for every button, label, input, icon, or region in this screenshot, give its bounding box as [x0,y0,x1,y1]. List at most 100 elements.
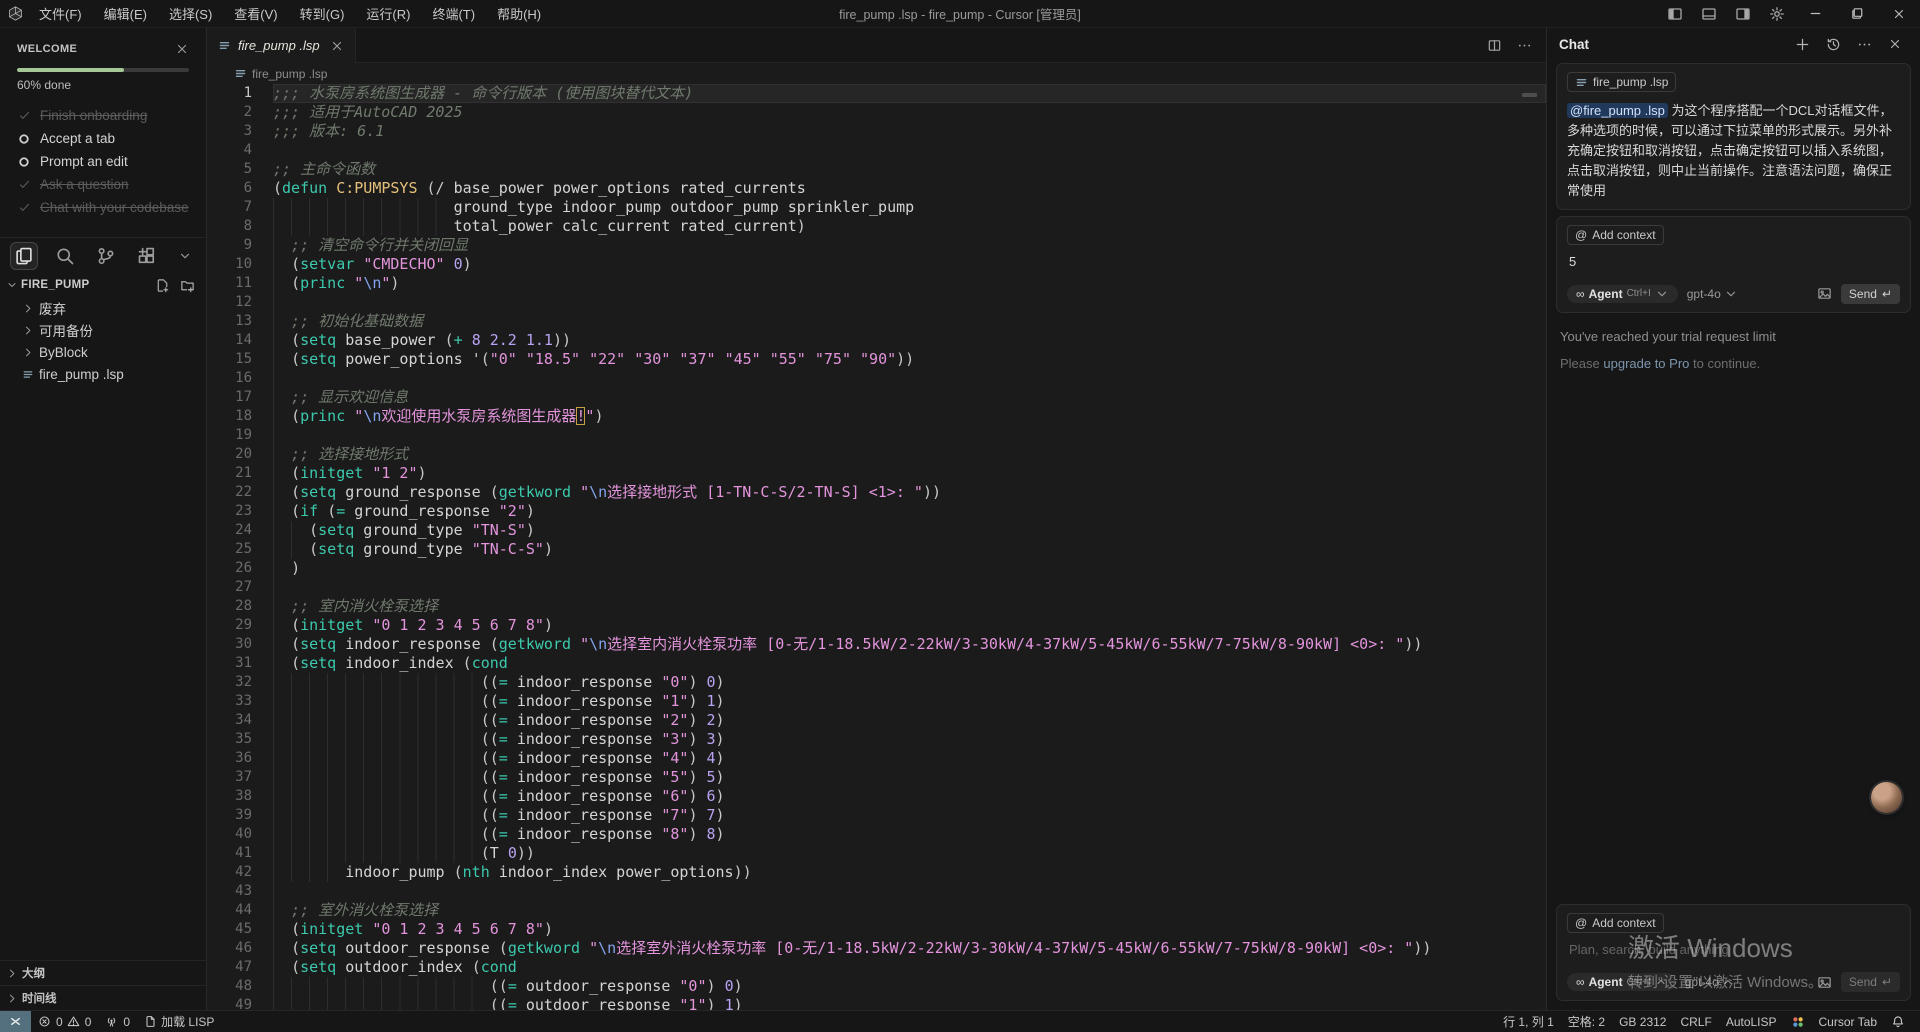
welcome-item[interactable]: Chat with your codebase [17,196,189,219]
code-line[interactable]: ((= indoor_response "6") 6) [273,787,1546,806]
menu-item[interactable]: 终端(T) [423,1,484,26]
send-button[interactable]: Send↵ [1841,284,1900,304]
settings-gear-icon[interactable] [1760,0,1794,28]
menu-item[interactable]: 文件(F) [30,1,91,26]
code-line[interactable] [273,293,1546,312]
chat-input-placeholder[interactable]: Plan, search, build anything [1569,942,1898,958]
tree-folder[interactable]: ByBlock [0,341,206,363]
upgrade-to-pro-link[interactable]: upgrade to Pro [1603,356,1689,371]
code-editor[interactable]: 1234567891011121314151617181920212223242… [207,84,1546,1010]
sidebar-section-大纲[interactable]: 大纲 [0,960,206,985]
new-file-icon[interactable] [150,278,175,293]
code-line[interactable] [273,578,1546,597]
agent-mode-selector[interactable]: ∞ Agent Ctrl+I [1567,285,1678,303]
chat-input-value[interactable]: 5 [1569,254,1898,270]
split-editor-icon[interactable] [1487,38,1502,53]
code-line[interactable]: ;; 初始化基础数据 [273,312,1546,331]
code-line[interactable]: (T 0)) [273,844,1546,863]
status-item[interactable]: 行 1, 列 1 [1496,1011,1561,1032]
agent-mode-selector[interactable]: ∞ Agent Ctrl+I [1567,973,1676,991]
code-line[interactable]: (setq base_power (+ 8 2.2 1.1)) [273,331,1546,350]
attach-image-icon[interactable] [1817,286,1832,301]
chevron-down-icon[interactable] [174,245,196,267]
menu-item[interactable]: 帮助(H) [488,1,550,26]
model-selector[interactable]: gpt-4o [1687,287,1738,301]
code-line[interactable]: ground_type indoor_pump outdoor_pump spr… [273,198,1546,217]
breadcrumb[interactable]: fire_pump .lsp [207,63,1546,84]
code-line[interactable]: (princ "\n") [273,274,1546,293]
code-line[interactable]: ;;; 版本: 6.1 [273,122,1546,141]
attach-image-icon[interactable] [1817,975,1832,990]
code-line[interactable]: ;;; 适用于AutoCAD 2025 [273,103,1546,122]
sidebar-section-时间线[interactable]: 时间线 [0,985,206,1010]
editor-more-actions-icon[interactable] [1517,38,1532,53]
code-line[interactable]: (setq outdoor_index (cond [273,958,1546,977]
code-line[interactable]: (princ "\n欢迎使用水泵房系统图生成器!") [273,407,1546,426]
minimize-button[interactable] [1794,0,1836,28]
code-line[interactable]: ((= indoor_response "4") 4) [273,749,1546,768]
add-context-chip[interactable]: @ Add context [1567,913,1664,933]
new-chat-icon[interactable] [1787,37,1818,52]
maximize-button[interactable] [1836,0,1878,28]
extensions-icon[interactable] [133,242,161,270]
tab-close-icon[interactable] [330,39,344,53]
code-line[interactable]: (setq outdoor_response (getkword "\n选择室外… [273,939,1546,958]
code-line[interactable]: ;;; 水泵房系统图生成器 - 命令行版本 (使用图块替代文本) [273,84,1546,103]
code-line[interactable]: (if (= ground_response "2") [273,502,1546,521]
tree-file[interactable]: fire_pump .lsp [0,363,206,385]
status-item[interactable]: CRLF [1673,1011,1718,1032]
code-line[interactable]: (initget "0 1 2 3 4 5 6 7 8") [273,616,1546,635]
menu-item[interactable]: 编辑(E) [95,1,156,26]
code-line[interactable]: total_power calc_current rated_current) [273,217,1546,236]
code-line[interactable]: (initget "0 1 2 3 4 5 6 7 8") [273,920,1546,939]
code-line[interactable]: (setq power_options '("0" "18.5" "22" "3… [273,350,1546,369]
toggle-primary-sidebar-icon[interactable] [1658,0,1692,28]
code-line[interactable]: (defun C:PUMPSYS (/ base_power power_opt… [273,179,1546,198]
toggle-secondary-sidebar-icon[interactable] [1726,0,1760,28]
menu-item[interactable]: 查看(V) [225,1,286,26]
chat-more-icon[interactable] [1849,37,1880,52]
code-line[interactable]: ((= indoor_response "3") 3) [273,730,1546,749]
code-line[interactable]: ((= indoor_response "7") 7) [273,806,1546,825]
cursor-tab-status[interactable]: Cursor Tab [1812,1011,1884,1032]
code-line[interactable]: ;; 室内消火栓泵选择 [273,597,1546,616]
code-line[interactable]: (setq ground_response (getkword "\n选择接地形… [273,483,1546,502]
scrollbar-thumb[interactable] [1522,93,1537,97]
source-control-icon[interactable] [92,242,120,270]
close-window-button[interactable] [1878,0,1920,28]
code-line[interactable]: ((= outdoor_response "0") 0) [273,977,1546,996]
code-line[interactable] [273,141,1546,160]
code-line[interactable]: (setq indoor_response (getkword "\n选择室内消… [273,635,1546,654]
ports-indicator[interactable]: 0 [98,1011,137,1032]
add-context-chip[interactable]: @ Add context [1567,225,1664,245]
welcome-close-icon[interactable] [175,42,189,56]
code-line[interactable]: ((= indoor_response "1") 1) [273,692,1546,711]
status-item[interactable]: GB 2312 [1612,1011,1673,1032]
avatar[interactable] [1871,782,1902,813]
tree-folder[interactable]: 可用备份 [0,319,206,341]
chat-history-icon[interactable] [1818,37,1849,52]
files-icon[interactable] [10,242,38,270]
code-line[interactable]: (setq ground_type "TN-S") [273,521,1546,540]
context-file-chip[interactable]: fire_pump .lsp [1567,72,1676,92]
status-item[interactable]: 空格: 2 [1561,1011,1612,1032]
code-line[interactable]: ;; 室外消火栓泵选择 [273,901,1546,920]
code-line[interactable]: ((= indoor_response "8") 8) [273,825,1546,844]
code-line[interactable]: ;; 主命令函数 [273,160,1546,179]
chat-composer-bottom[interactable]: @ Add context Plan, search, build anythi… [1556,904,1911,1001]
tab-fire-pump-lsp[interactable]: fire_pump .lsp [207,28,356,63]
code-line[interactable]: (setvar "CMDECHO" 0) [273,255,1546,274]
menu-item[interactable]: 转到(G) [291,1,354,26]
code-line[interactable]: (initget "1 2") [273,464,1546,483]
menu-item[interactable]: 选择(S) [160,1,221,26]
search-icon[interactable] [51,242,79,270]
code-line[interactable]: ((= indoor_response "2") 2) [273,711,1546,730]
code-line[interactable] [273,882,1546,901]
problems-indicator[interactable]: 0 0 [31,1011,98,1032]
welcome-item[interactable]: Finish onboarding [17,104,189,127]
chat-composer-top[interactable]: @ Add context 5 ∞ Agent Ctrl+I gpt-4o [1556,216,1911,313]
remote-indicator[interactable] [0,1011,31,1032]
send-button[interactable]: Send↵ [1841,972,1900,992]
notifications-bell-icon[interactable] [1884,1011,1912,1032]
code-line[interactable]: indoor_pump (nth indoor_index power_opti… [273,863,1546,882]
